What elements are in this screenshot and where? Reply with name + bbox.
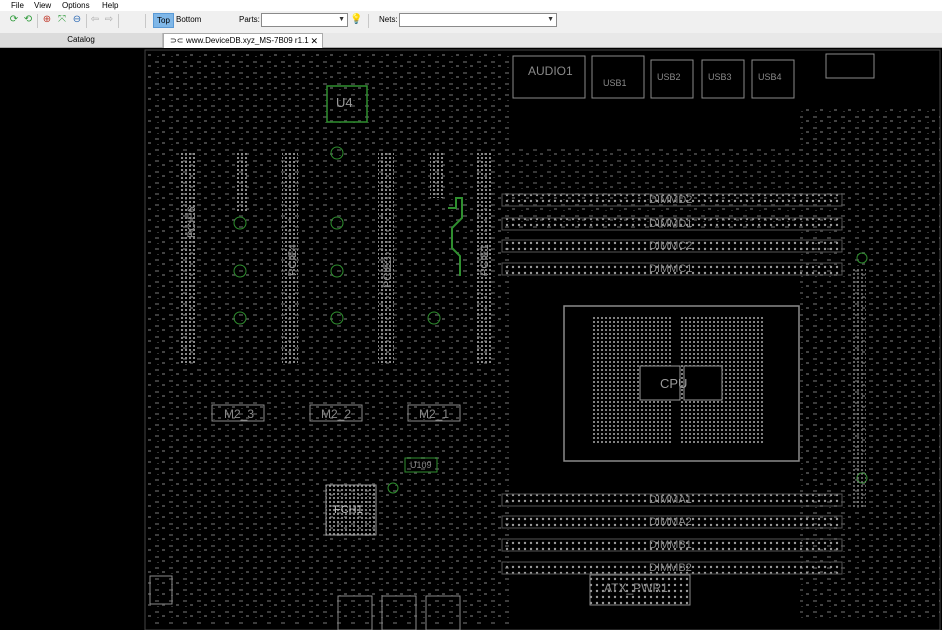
label-usb3: USB3 (708, 72, 732, 82)
nets-combo[interactable]: ▼ (399, 13, 557, 27)
top-side-button[interactable]: Top (153, 13, 174, 28)
component-field-left (147, 54, 512, 624)
bottom-side-button[interactable]: Bottom (173, 13, 204, 26)
label-usb: USB1 (603, 78, 627, 88)
label-pcie3: PCIE3 (382, 256, 394, 288)
label-m2-2: M2_2 (321, 407, 352, 421)
label-atx: ATX_PWR1 (604, 581, 668, 595)
label-u109: U109 (410, 460, 432, 470)
label-dimma1: DIMMA1 (649, 494, 692, 506)
label-pcie6: PCIE6 (186, 206, 198, 238)
fit-icon[interactable]: ⤧ (56, 14, 68, 26)
label-pcie1: PCIE1 (479, 244, 491, 276)
back-icon[interactable]: ⇦ (89, 14, 101, 26)
label-fch: FCH1 (334, 504, 363, 516)
toolbar-separator (37, 14, 38, 28)
menu-view[interactable]: View (34, 0, 51, 11)
label-u4: U4 (336, 95, 353, 110)
label-usb4: USB4 (758, 72, 782, 82)
label-dimmd2: DIMMD2 (649, 194, 693, 206)
component-field-top (510, 148, 800, 228)
right-edge-headers (852, 268, 866, 508)
zoom-in-icon[interactable]: ⊕ (41, 14, 53, 26)
label-m2-1: M2_1 (419, 407, 450, 421)
toolbar-separator (86, 14, 87, 28)
tab-document[interactable]: ⊃⊂ www.DeviceDB.xyz_MS-7B09 r1.1 ✕ (163, 33, 323, 48)
chevron-down-icon: ▼ (338, 16, 345, 23)
parts-label: Parts: (239, 15, 260, 24)
toolbar-separator (118, 14, 119, 28)
tab-document-title: www.DeviceDB.xyz_MS-7B09 r1.1 (186, 36, 309, 45)
zoom-out-icon[interactable]: ⊖ (71, 14, 83, 26)
board-canvas[interactable]: U4 AUDIO1 USB1 USB2 USB3 USB4 DIMMD2 DIM… (0, 48, 942, 630)
board-view[interactable] (0, 48, 942, 630)
close-icon[interactable]: ✕ (310, 34, 318, 48)
label-dimmc2: DIMMC2 (649, 240, 693, 252)
label-cpu: CPU (660, 376, 688, 391)
toolbar-separator (368, 14, 369, 28)
menu-bar: File View Options Help (0, 0, 942, 11)
forward-icon[interactable]: ⇨ (103, 14, 115, 26)
label-usb2: USB2 (657, 72, 681, 82)
label-dimmd1: DIMMD1 (649, 218, 693, 230)
chevron-down-icon: ▼ (547, 16, 554, 23)
board-icon: ⊃⊂ (170, 36, 184, 45)
label-dimmb2: DIMMB2 (649, 562, 692, 574)
label-m2-3: M2_3 (224, 407, 255, 421)
parts-combo[interactable]: ▼ (261, 13, 348, 27)
refresh-icon[interactable]: ⟳ (8, 14, 20, 26)
reload-icon[interactable]: ⟲ (22, 14, 34, 26)
menu-file[interactable]: File (11, 0, 24, 11)
menu-help[interactable]: Help (102, 0, 118, 11)
pcie2-slot (430, 153, 444, 198)
label-pcie4: PCIE4 (287, 244, 299, 276)
cpu-die-right (683, 365, 723, 401)
nets-label: Nets: (379, 15, 398, 24)
lightbulb-icon[interactable]: 💡 (350, 14, 362, 26)
toolbar: ⟳ ⟲ ⊕ ⤧ ⊖ ⇦ ⇨ Top Bottom Parts: ▼ 💡 Nets… (0, 11, 942, 31)
tab-catalog[interactable]: Catalog (0, 33, 163, 47)
pcie5-slot (235, 153, 249, 213)
menu-options[interactable]: Options (62, 0, 90, 11)
toolbar-separator (145, 14, 146, 28)
pcie6-slot (180, 153, 196, 363)
label-dimma2: DIMMA2 (649, 516, 692, 528)
label-dimmb1: DIMMB1 (649, 539, 692, 551)
label-dimmc1: DIMMC1 (649, 263, 693, 275)
label-audio: AUDIO1 (528, 64, 573, 78)
tab-bar: Catalog ⊃⊂ www.DeviceDB.xyz_MS-7B09 r1.1… (0, 33, 942, 48)
